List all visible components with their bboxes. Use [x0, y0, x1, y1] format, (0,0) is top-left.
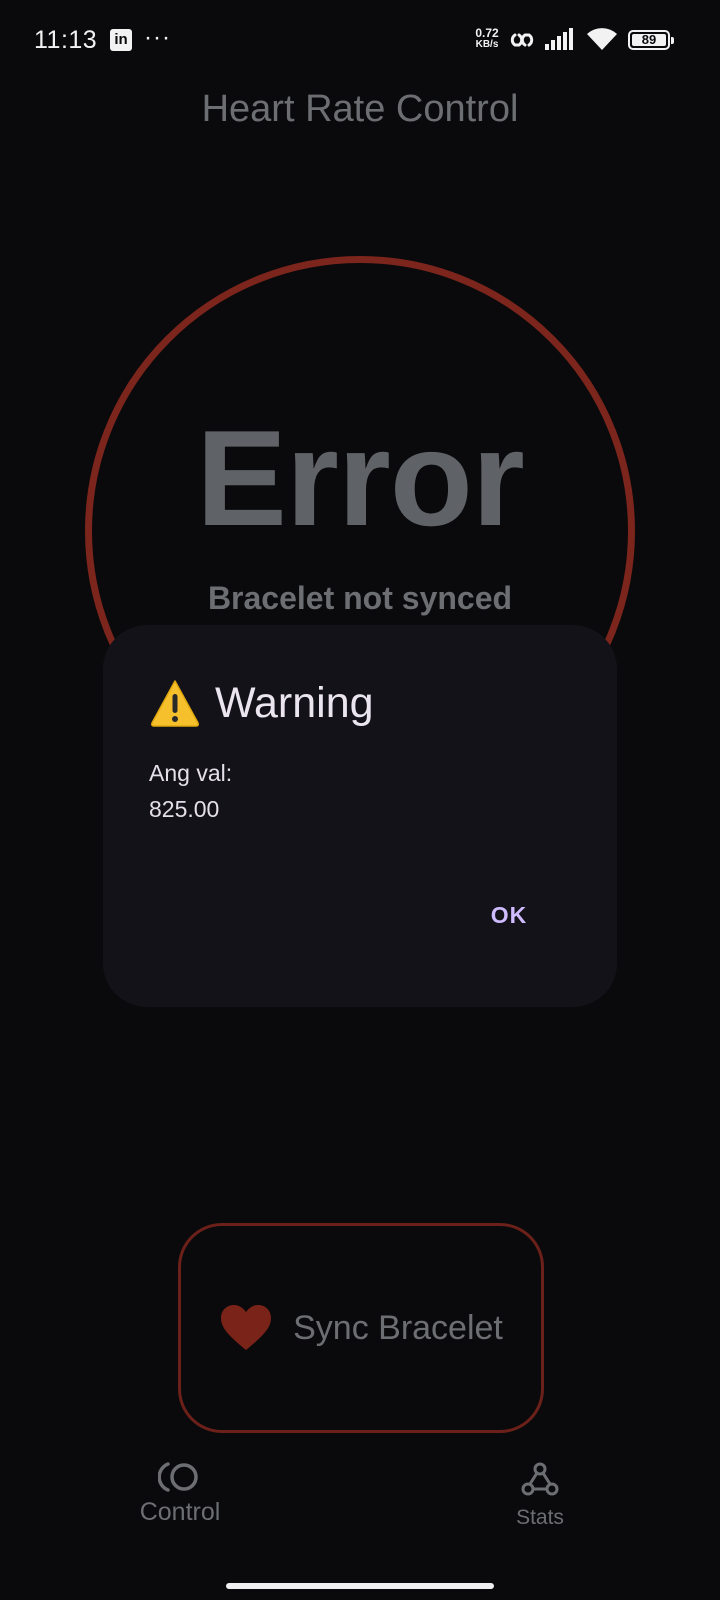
battery-level: 89 [641, 32, 657, 47]
home-indicator[interactable] [226, 1583, 494, 1589]
stats-icon [521, 1462, 559, 1496]
heart-icon [221, 1305, 272, 1350]
app-screen: 11:13 in ··· 0.72 KB/s 89 Heart Rate Con… [0, 0, 720, 1600]
cell-signal-icon [545, 28, 573, 50]
more-notifications-icon: ··· [144, 24, 171, 51]
nav-label-stats: Stats [516, 1506, 564, 1529]
dialog-message: Ang val: 825.00 [149, 755, 232, 827]
nav-item-control[interactable]: Control [80, 1460, 280, 1527]
dialog-message-value: 825.00 [149, 796, 220, 822]
network-speed-value: 0.72 [475, 26, 499, 40]
nav-item-stats[interactable]: Stats [440, 1460, 640, 1530]
status-time: 11:13 [34, 26, 98, 54]
sync-bracelet-button[interactable]: Sync Bracelet [178, 1223, 544, 1433]
heart-rate-value: Error [196, 402, 525, 554]
page-title: Heart Rate Control [201, 88, 519, 130]
hotspot-link-icon [510, 33, 534, 47]
status-bar: 11:13 in ··· 0.72 KB/s 89 [0, 0, 720, 80]
dialog-header: Warning [149, 677, 374, 729]
control-icon [158, 1462, 198, 1492]
dialog-message-label: Ang val: [149, 760, 233, 786]
sync-status-text: Bracelet not synced [207, 580, 513, 616]
dialog-title: Warning [215, 678, 374, 727]
network-speed-unit: KB/s [475, 39, 499, 50]
sync-bracelet-label: Sync Bracelet [293, 1308, 503, 1347]
battery-icon: 89 [628, 30, 674, 50]
nav-label-control: Control [139, 1498, 221, 1526]
wifi-icon [587, 28, 617, 50]
network-speed: 0.72 KB/s [472, 26, 502, 50]
warning-icon [151, 680, 199, 727]
ok-button[interactable]: OK [477, 893, 541, 937]
warning-dialog: Warning Ang val: 825.00 OK [103, 625, 617, 1007]
linkedin-icon: in [110, 29, 132, 51]
bottom-navigation: Control Stats [0, 1460, 720, 1570]
